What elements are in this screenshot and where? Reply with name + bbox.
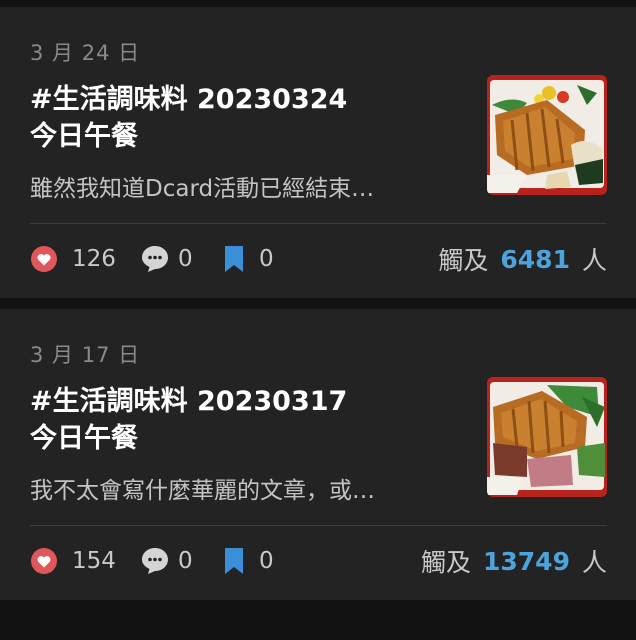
save-count-value: 0 [259,548,274,574]
like-count[interactable]: 154 [30,541,116,581]
post-thumbnail[interactable] [487,377,607,497]
comment-count[interactable]: 0 [140,239,193,279]
post-title-line-2: 今日午餐 [30,423,138,454]
save-count[interactable]: 0 [223,239,274,279]
reach-label: 觸及 [438,246,489,275]
food-photo-icon [487,75,607,195]
like-count[interactable]: 126 [30,239,116,279]
post-feed: 3 月 24 日 #生活調味料 20230324 今日午餐 雖然我知道Dcard… [0,0,636,640]
post-thumbnail[interactable] [487,75,607,195]
reach-unit: 人 [581,246,607,275]
post-excerpt: 雖然我知道Dcard活動已經結束… [30,176,375,202]
post-excerpt: 我不太會寫什麼華麗的文章，或… [30,478,375,504]
post-card[interactable]: 3 月 17 日 #生活調味料 20230317 今日午餐 我不太會寫什麼華麗的… [0,309,636,600]
comment-bubble-icon [142,548,168,574]
food-photo-icon [487,377,607,497]
reach-label: 觸及 [420,548,471,577]
post-title-line-1: #生活調味料 20230317 [30,386,348,417]
save-count-value: 0 [259,246,274,272]
bookmark-icon [225,246,243,272]
comment-count-value: 0 [178,548,193,574]
reach-stat: 觸及 6481 人 [438,239,607,279]
post-date: 3 月 17 日 [30,343,141,367]
post-stats: 126 0 0 觸及 6481 人 [30,239,607,279]
reach-count: 6481 [500,244,570,274]
comment-count[interactable]: 0 [140,541,193,581]
post-title[interactable]: #生活調味料 20230324 今日午餐 [30,81,460,155]
divider [30,525,607,526]
like-count-value: 154 [72,548,116,574]
post-stats: 154 0 0 觸及 13749 人 [30,541,607,581]
post-date: 3 月 24 日 [30,41,141,65]
save-count[interactable]: 0 [223,541,274,581]
heart-icon [31,548,57,574]
post-title-line-2: 今日午餐 [30,121,138,152]
comment-count-value: 0 [178,246,193,272]
post-title[interactable]: #生活調味料 20230317 今日午餐 [30,383,460,457]
bookmark-icon [225,548,243,574]
reach-stat: 觸及 13749 人 [421,541,607,581]
heart-icon [31,246,57,272]
comment-bubble-icon [142,246,168,272]
like-count-value: 126 [72,246,116,272]
post-card[interactable]: 3 月 24 日 #生活調味料 20230324 今日午餐 雖然我知道Dcard… [0,7,636,298]
reach-count: 13749 [483,546,570,576]
divider [30,223,607,224]
reach-unit: 人 [581,548,607,577]
post-title-line-1: #生活調味料 20230324 [30,84,348,115]
